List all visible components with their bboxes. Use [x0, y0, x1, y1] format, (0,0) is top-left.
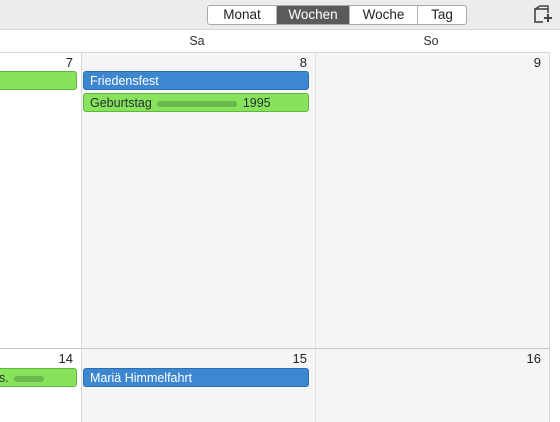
day-number: 14 [58, 351, 73, 366]
event-title-fragment: s. [0, 371, 9, 385]
day-number: 16 [526, 351, 541, 366]
day-cell-fri-7[interactable]: 7 [0, 53, 81, 348]
view-day-button[interactable]: Tag [418, 6, 466, 24]
add-calendar-icon[interactable] [533, 5, 555, 25]
event-friedensfest[interactable]: Friedensfest [83, 71, 309, 90]
redacted-name [14, 375, 45, 382]
redacted-name [157, 100, 238, 107]
event-title-suffix: 1995 [242, 96, 271, 110]
toolbar: Monat Wochen Woche Tag [0, 0, 560, 30]
event-friday-14[interactable]: s. [0, 368, 77, 387]
view-switcher: Monat Wochen Woche Tag [207, 5, 467, 25]
day-header-sunday: So [423, 34, 439, 48]
day-number: 7 [65, 55, 73, 70]
day-number: 9 [533, 55, 541, 70]
day-cell-sun-9[interactable]: 9 [315, 53, 550, 348]
view-week-button[interactable]: Woche [350, 6, 418, 24]
view-weeks-button[interactable]: Wochen [277, 6, 350, 24]
day-header-saturday: Sa [189, 34, 205, 48]
day-number: 8 [299, 55, 307, 70]
day-number: 15 [292, 351, 307, 366]
event-friday-continuation[interactable] [0, 71, 77, 90]
view-month-button[interactable]: Monat [208, 6, 277, 24]
event-geburtstag[interactable]: Geburtstag 1995 [83, 93, 309, 112]
day-cell-sun-16[interactable]: 16 [315, 349, 550, 422]
event-mariae-himmelfahrt[interactable]: Mariä Himmelfahrt [83, 368, 309, 387]
calendar-grid: 7 8 9 Friedensfest Geburtstag 1995 14 15… [0, 52, 560, 422]
event-title-prefix: Geburtstag [90, 96, 152, 110]
